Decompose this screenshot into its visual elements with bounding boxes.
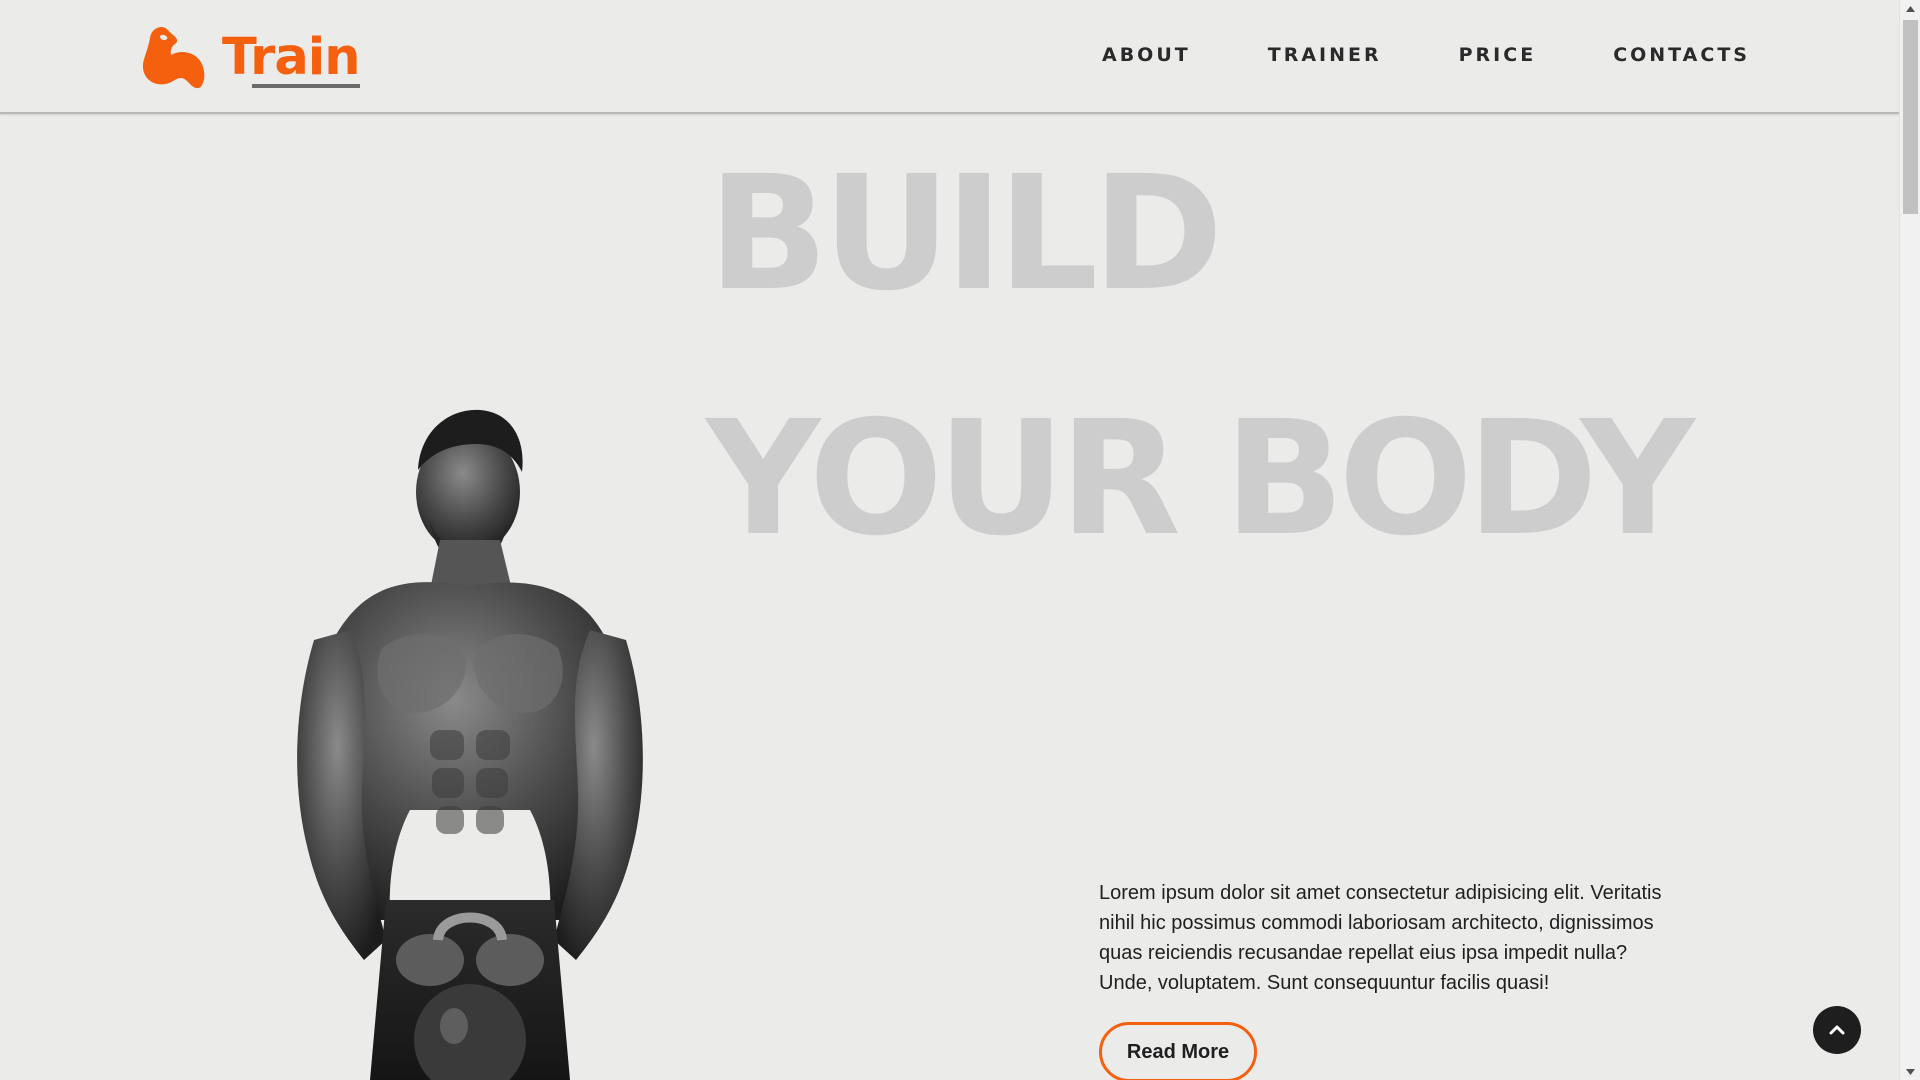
brand-underline xyxy=(252,83,360,88)
back-to-top-button[interactable] xyxy=(1813,1006,1861,1054)
nav-about[interactable]: ABOUT xyxy=(1102,44,1191,66)
scroll-up-arrow[interactable] xyxy=(1900,0,1920,17)
nav-contacts[interactable]: CONTACTS xyxy=(1613,44,1750,66)
athlete-image xyxy=(297,409,643,1080)
site-header: Train ABOUT TRAINER PRICE CONTACTS xyxy=(0,0,1899,114)
hero-title-line-2: YOUR BODY xyxy=(706,387,1695,571)
flexed-bicep-icon xyxy=(142,27,205,89)
scroll-down-arrow[interactable] xyxy=(1900,1063,1920,1080)
hero-title-line-1: BUILD xyxy=(708,142,1223,326)
caret-down-icon xyxy=(1906,1068,1915,1075)
nav-price[interactable]: PRICE xyxy=(1459,44,1537,66)
main-nav: ABOUT TRAINER PRICE CONTACTS xyxy=(1102,44,1750,66)
page-viewport: Train ABOUT TRAINER PRICE CONTACTS BUILD… xyxy=(0,0,1899,1080)
nav-trainer[interactable]: TRAINER xyxy=(1268,44,1382,66)
intro-paragraph: Lorem ipsum dolor sit amet consectetur a… xyxy=(1099,882,1662,994)
caret-up-icon xyxy=(1906,5,1915,12)
chevron-up-icon xyxy=(1829,1025,1845,1035)
brand-name: Train xyxy=(222,32,361,88)
scrollbar-thumb[interactable] xyxy=(1903,20,1918,214)
read-more-button[interactable]: Read More xyxy=(1099,1022,1257,1080)
logo-link[interactable]: Train xyxy=(140,22,361,92)
vertical-scrollbar[interactable] xyxy=(1899,0,1920,1080)
brand-name-text: Train xyxy=(222,27,361,87)
